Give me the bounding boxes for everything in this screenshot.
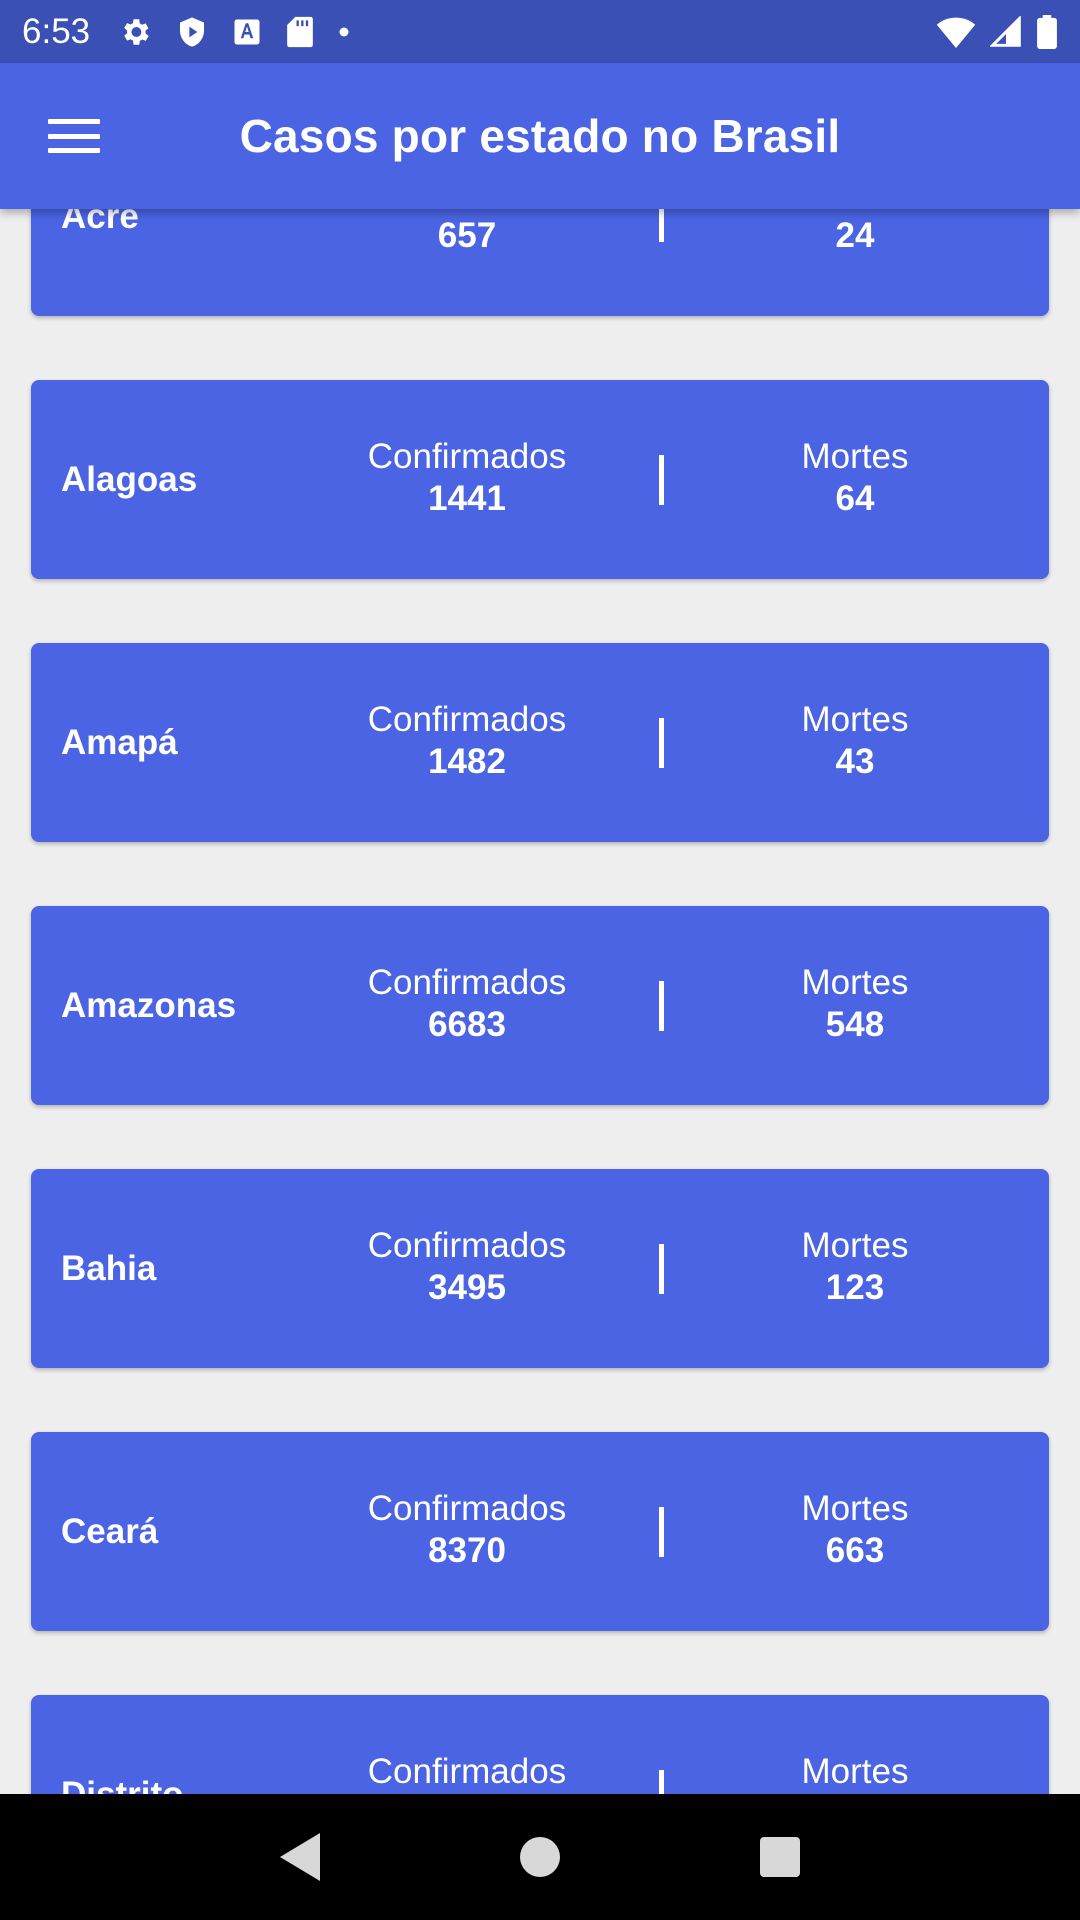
confirmed-value: 1441 — [428, 479, 506, 518]
confirmed-column: Confirmados 3495 — [317, 1225, 617, 1309]
system-icons — [936, 14, 1058, 49]
deaths-label: Mortes — [801, 963, 909, 1002]
deaths-label: Mortes — [801, 437, 909, 476]
state-name: Distrito — [61, 1774, 184, 1795]
dot-icon — [339, 27, 349, 36]
deaths-label: Mortes — [801, 1226, 909, 1265]
divider — [659, 1244, 664, 1294]
state-name: Acre — [61, 209, 139, 236]
divider — [659, 981, 664, 1031]
sd-card-icon — [287, 16, 313, 47]
confirmed-label: Confirmados — [367, 1226, 567, 1265]
deaths-value: 123 — [825, 1268, 885, 1307]
deaths-value: 64 — [835, 479, 875, 518]
deaths-column: Mortes 43 — [705, 699, 1005, 783]
confirmed-value: 6683 — [428, 1005, 506, 1044]
confirmed-column: Confirmados 1482 — [317, 699, 617, 783]
deaths-column: Mortes 123 — [705, 1225, 1005, 1309]
state-card[interactable]: Amapá Confirmados 1482 Mortes 43 — [31, 643, 1049, 842]
recent-apps-icon[interactable] — [760, 1837, 800, 1877]
confirmed-label: Confirmados — [367, 1489, 567, 1528]
deaths-label: Mortes — [801, 700, 909, 739]
deaths-label: Mortes — [801, 1489, 909, 1528]
confirmed-label: Confirmados — [367, 437, 567, 476]
confirmed-label: Confirmados — [367, 1752, 567, 1791]
signal-icon — [990, 15, 1021, 47]
deaths-column: Mortes 24 — [705, 209, 1005, 257]
deaths-value: 548 — [825, 1005, 885, 1044]
state-card[interactable]: Distrito Confirmados Mortes — [31, 1695, 1049, 1794]
confirmed-value: 8370 — [428, 1531, 506, 1570]
confirmed-label: Confirmados — [367, 700, 567, 739]
state-card[interactable]: Alagoas Confirmados 1441 Mortes 64 — [31, 380, 1049, 579]
state-list-viewport[interactable]: Acre Confirmados 657 Mortes 24 Alagoas C… — [0, 209, 1080, 1794]
back-icon[interactable] — [280, 1833, 320, 1881]
deaths-column: Mortes 548 — [705, 962, 1005, 1046]
deaths-column: Mortes 663 — [705, 1488, 1005, 1572]
divider — [659, 209, 664, 242]
divider — [659, 718, 664, 768]
state-name: Ceará — [61, 1511, 159, 1551]
deaths-value: 24 — [835, 216, 875, 255]
shield-play-icon — [180, 16, 205, 47]
status-bar: 6:53 — [0, 0, 1080, 63]
divider — [659, 455, 664, 505]
home-icon[interactable] — [520, 1837, 560, 1877]
state-list: Acre Confirmados 657 Mortes 24 Alagoas C… — [31, 209, 1049, 1794]
deaths-column: Mortes — [705, 1751, 1005, 1793]
divider — [659, 1770, 664, 1794]
state-card[interactable]: Bahia Confirmados 3495 Mortes 123 — [31, 1169, 1049, 1368]
deaths-label: Mortes — [801, 1752, 909, 1791]
confirmed-column: Confirmados — [317, 1751, 617, 1793]
confirmed-column: Confirmados 8370 — [317, 1488, 617, 1572]
confirmed-value: 1482 — [428, 742, 506, 781]
battery-icon — [1037, 14, 1057, 49]
deaths-column: Mortes 64 — [705, 436, 1005, 520]
state-name: Bahia — [61, 1248, 157, 1288]
state-name: Amazonas — [61, 985, 237, 1025]
state-name: Amapá — [61, 722, 178, 762]
confirmed-column: Confirmados 657 — [317, 209, 617, 257]
confirmed-value: 657 — [437, 216, 497, 255]
confirmed-column: Confirmados 6683 — [317, 962, 617, 1046]
notification-icons — [118, 15, 350, 49]
divider — [659, 1507, 664, 1557]
state-name: Alagoas — [61, 459, 198, 499]
app-bar: Casos por estado no Brasil — [0, 63, 1080, 209]
deaths-value: 43 — [835, 742, 875, 781]
deaths-value: 663 — [825, 1531, 885, 1570]
confirmed-label: Confirmados — [367, 963, 567, 1002]
navigation-bar — [0, 1794, 1080, 1920]
status-time: 6:53 — [22, 11, 91, 51]
state-card[interactable]: Amazonas Confirmados 6683 Mortes 548 — [31, 906, 1049, 1105]
gear-icon — [124, 18, 149, 45]
wifi-icon — [936, 17, 976, 48]
confirmed-value: 3495 — [428, 1268, 506, 1307]
confirmed-column: Confirmados 1441 — [317, 436, 617, 520]
state-card[interactable]: Ceará Confirmados 8370 Mortes 663 — [31, 1432, 1049, 1631]
state-card[interactable]: Acre Confirmados 657 Mortes 24 — [31, 209, 1049, 316]
font-a-icon — [234, 19, 260, 44]
page-title: Casos por estado no Brasil — [239, 110, 841, 162]
